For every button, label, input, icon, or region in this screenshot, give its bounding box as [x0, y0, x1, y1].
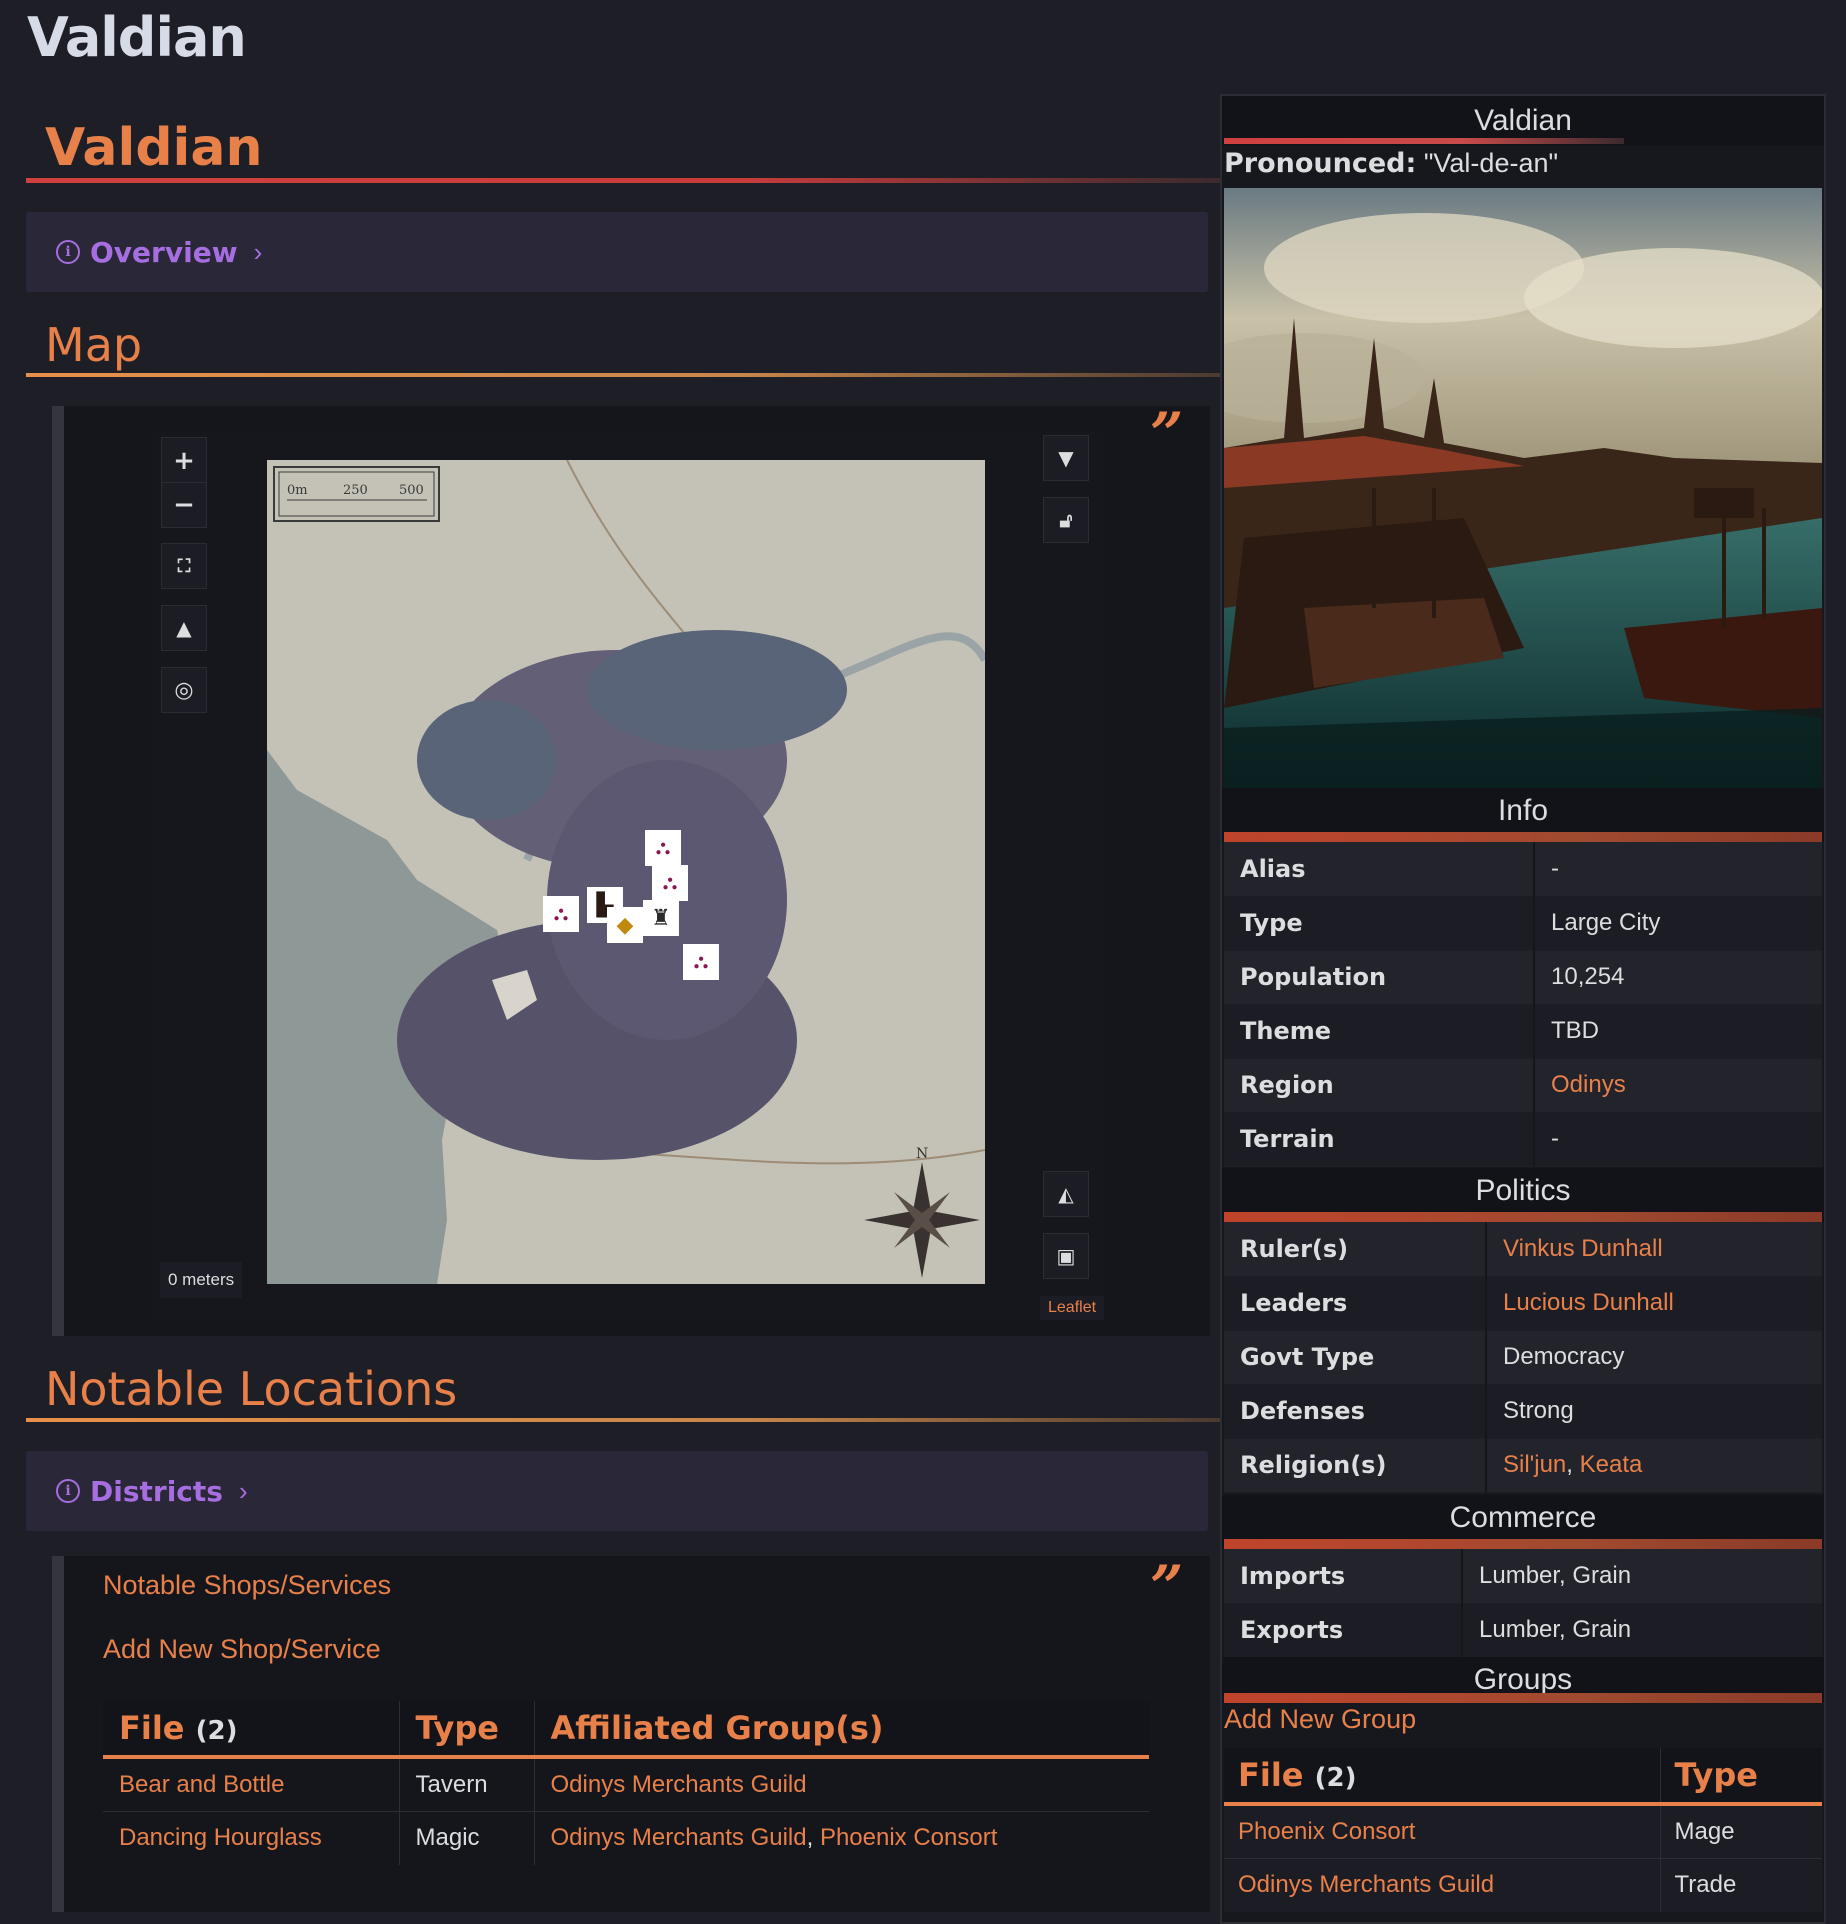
notable-locations-divider — [26, 1418, 1220, 1422]
city-image — [1224, 188, 1822, 788]
infobox-sidebar: Valdian Pronounced: "Val-de-an" Info Ali… — [1220, 94, 1826, 1924]
chevron-right-icon[interactable]: › — [254, 237, 263, 268]
column-header-type[interactable]: Type — [1659, 1748, 1822, 1806]
binoculars-icon[interactable]: ⛬ — [683, 944, 719, 980]
politics-table: Ruler(s) Vinkus Dunhall Leaders Lucious Du… — [1224, 1222, 1822, 1493]
map-heading-divider — [26, 373, 1220, 377]
info-section-heading: Info — [1222, 788, 1824, 842]
shapes-icon[interactable]: ◭ — [1043, 1171, 1089, 1217]
quote-icon[interactable]: ” — [1150, 1553, 1183, 1621]
shops-title-link[interactable]: Notable Shops/Services — [103, 1570, 391, 1601]
chevron-right-icon[interactable]: › — [239, 1476, 248, 1507]
shops-table: File (2) Type Affiliated Group(s) Bear a… — [103, 1701, 1149, 1865]
map-scale-label: 0 meters — [160, 1262, 243, 1298]
map-heading: Map — [45, 318, 143, 372]
scale-bar-label-1: 250 — [343, 483, 368, 498]
group-separator: , — [806, 1824, 814, 1852]
overview-callout[interactable]: i Overview › — [26, 212, 1208, 292]
ruler-link[interactable]: Vinkus Dunhall — [1503, 1235, 1663, 1262]
layers-icon[interactable]: ▲ — [161, 605, 207, 651]
file-link[interactable]: Bear and Bottle — [119, 1771, 284, 1798]
info-table: Alias - Type Large City Population 10,254 T… — [1224, 842, 1822, 1167]
group-link[interactable]: Odinys Merchants Guild — [1238, 1871, 1494, 1898]
binoculars-icon[interactable]: ⛬ — [645, 830, 681, 866]
main-content: Valdian i Overview › Map 0m 250 500 N ⛬ … — [0, 0, 1220, 1924]
pronounced-value: "Val-de-an" — [1423, 148, 1559, 178]
heading-divider — [26, 178, 1220, 183]
binoculars-icon[interactable]: ⛬ — [652, 865, 688, 901]
districts-callout-title: Districts — [90, 1474, 223, 1508]
leaflet-attribution-link[interactable]: Leaflet — [1040, 1296, 1105, 1320]
pronunciation: Pronounced: "Val-de-an" — [1224, 148, 1558, 179]
group-link[interactable]: Phoenix Consort — [1238, 1818, 1415, 1845]
city-map[interactable]: 0m 250 500 N ⛬ ⛬ ⛬ ⛬ ▙ ◆ ♜ — [267, 460, 985, 1284]
save-icon[interactable]: ▣ — [1043, 1233, 1089, 1279]
politics-section-heading: Politics — [1222, 1168, 1824, 1222]
file-link[interactable]: Dancing Hourglass — [119, 1824, 322, 1851]
compass-north-label: N — [916, 1146, 928, 1162]
column-header-file[interactable]: File (2) — [1224, 1748, 1660, 1806]
type-cell: Trade — [1659, 1857, 1822, 1912]
scale-bar-label-0: 0m — [287, 483, 308, 498]
group-link[interactable]: Phoenix Consort — [820, 1824, 997, 1851]
locate-icon[interactable]: ◎ — [161, 667, 207, 713]
group-link[interactable]: Odinys Merchants Guild — [551, 1824, 807, 1851]
infobox-title-divider — [1224, 138, 1624, 144]
scale-bar-label-2: 500 — [399, 483, 424, 498]
tag-icon[interactable]: ◆ — [607, 907, 643, 943]
fullscreen-icon[interactable]: ⛶ — [161, 543, 207, 589]
binoculars-icon[interactable]: ⛬ — [543, 896, 579, 932]
tower-icon[interactable]: ♜ — [643, 900, 679, 936]
region-link[interactable]: Odinys — [1551, 1071, 1626, 1098]
zoom-out-icon[interactable]: − — [161, 482, 207, 528]
unlock-icon[interactable]: 🔓︎ — [1043, 497, 1089, 543]
column-header-groups[interactable]: Affiliated Group(s) — [533, 1701, 1149, 1759]
commerce-table: Imports Lumber, Grain Exports Lumber, Grai… — [1224, 1549, 1822, 1658]
table-row: Bear and Bottle Tavern Odinys Merchants … — [103, 1756, 1149, 1811]
note-heading: Valdian — [45, 118, 263, 178]
commerce-section-heading: Commerce — [1222, 1495, 1824, 1549]
quote-icon[interactable]: ” — [1150, 400, 1183, 468]
add-group-link[interactable]: Add New Group — [1224, 1704, 1416, 1735]
type-cell: Mage — [1659, 1803, 1822, 1858]
table-row: Odinys Merchants Guild Trade — [1224, 1857, 1822, 1912]
pronounced-label: Pronounced: — [1224, 148, 1417, 179]
table-row: Dancing Hourglass Magic Odinys Merchants… — [103, 1810, 1149, 1865]
type-cell: Tavern — [398, 1756, 534, 1811]
info-icon: i — [56, 240, 80, 264]
zoom-in-icon[interactable]: + — [161, 437, 207, 483]
overview-callout-title: Overview — [90, 235, 238, 269]
districts-callout[interactable]: i Districts › — [26, 1451, 1208, 1531]
table-row: Phoenix Consort Mage — [1224, 1803, 1822, 1858]
column-header-type[interactable]: Type — [398, 1701, 534, 1759]
add-shop-link[interactable]: Add New Shop/Service — [103, 1634, 381, 1665]
type-cell: Magic — [398, 1810, 534, 1865]
column-header-file[interactable]: File (2) — [103, 1701, 399, 1759]
filter-icon[interactable]: ▼ — [1043, 435, 1089, 481]
group-link[interactable]: Odinys Merchants Guild — [551, 1771, 807, 1798]
notable-locations-heading: Notable Locations — [45, 1362, 458, 1416]
religion-link[interactable]: Sil'jun — [1503, 1451, 1566, 1478]
info-icon: i — [56, 1479, 80, 1503]
leader-link[interactable]: Lucious Dunhall — [1503, 1289, 1674, 1316]
groups-table: File (2) Type Phoenix Consort Mage Odiny… — [1224, 1748, 1822, 1912]
groups-section-heading: Groups — [1222, 1657, 1824, 1703]
religion-link[interactable]: Keata — [1580, 1451, 1643, 1478]
